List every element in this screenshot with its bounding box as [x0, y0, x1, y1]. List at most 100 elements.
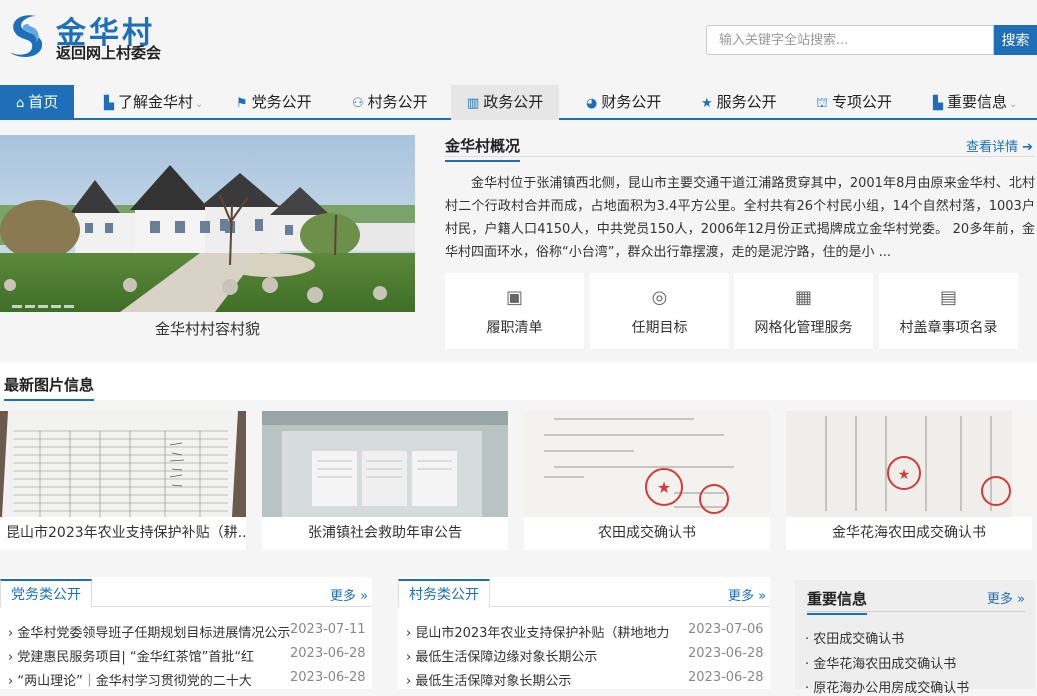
target-icon: ◎ [651, 287, 668, 308]
picture-caption: 农田成交确认书 [598, 525, 696, 541]
chevron-down-icon: ⌄ [1009, 99, 1018, 110]
hero-caption: 金华村村容村貌 [154, 320, 260, 338]
picture-card[interactable]: 昆山市2023年农业支持保护补贴（耕... [0, 411, 246, 550]
nav-item-home[interactable]: ⌂ 首页 [0, 85, 75, 120]
bookmark-icon: ▙ [933, 96, 943, 111]
nav-label: 政务公开 [483, 93, 544, 111]
sitemap-icon: ⛫ [816, 96, 828, 111]
picture-card[interactable]: ★ 金华花海农田成交确认书 [786, 411, 1032, 550]
star-icon: ★ [701, 96, 713, 111]
village-photo [0, 135, 415, 312]
more-label: 查看详情 [965, 140, 1018, 155]
item-date: 2023-07-11 [290, 622, 366, 637]
nav-label: 专项公开 [831, 93, 892, 111]
item-date: 2023-07-06 [688, 622, 764, 637]
list-item[interactable]: › 金华村党委领导班子任期规划目标进展情况公示 2023-07-11 [8, 622, 366, 644]
piechart-icon: ◕ [586, 96, 598, 111]
nav-label: 首页 [28, 93, 59, 111]
tab-village-affairs[interactable]: 村务类公开 [398, 579, 490, 607]
service-tile-duty-list[interactable]: ▣ 履职清单 [445, 273, 584, 349]
logo-icon[interactable] [6, 10, 46, 60]
overview-title: 金华村概况 [445, 135, 521, 162]
village-affairs-panel: 村务类公开 更多 » › 昆山市2023年农业支持保护补贴（耕地地力 2023-0… [398, 577, 770, 689]
nav-item-party[interactable]: ⚑ 党务公开 [236, 85, 312, 120]
important-more-link[interactable]: 更多 » [987, 588, 1025, 607]
village-more-link[interactable]: 更多 » [728, 585, 766, 604]
more-label: 更多 [728, 589, 755, 604]
nav-item-service[interactable]: ★ 服务公开 [701, 85, 777, 120]
back-to-village-link[interactable]: 返回网上村委会 [56, 42, 161, 63]
party-more-link[interactable]: 更多 » [330, 585, 368, 604]
item-title: › “两山理论”｜金华村学习贯彻党的二十大 [8, 674, 252, 689]
search-button[interactable]: 搜索 [994, 25, 1037, 55]
home-icon: ⌂ [16, 96, 25, 111]
list-item[interactable]: · 农田成交确认书 [805, 628, 904, 647]
party-affairs-panel: 党务类公开 更多 » › 金华村党委领导班子任期规划目标进展情况公示 2023-0… [0, 577, 372, 689]
nav-item-special[interactable]: ⛫ 专项公开 [816, 85, 892, 120]
carousel-dots[interactable] [12, 293, 77, 312]
tab-party-affairs[interactable]: 党务类公开 [0, 579, 92, 607]
service-label: 任期目标 [631, 320, 688, 336]
nav-item-finance[interactable]: ◕ 财务公开 [586, 85, 661, 120]
main-nav: ⌂ 首页 ▙ 了解金华村 ⌄ ⚑ 党务公开 ⚇ 村务公开 ▥ 政务公开 ◕ 财务公开 ★ 服务公… [0, 85, 1037, 120]
document-list-icon: ▤ [939, 287, 957, 308]
list-item[interactable]: · 原花海办公用房成交确认书 [805, 677, 969, 696]
svg-text:★: ★ [657, 478, 671, 497]
noticeboard-thumbnail [262, 411, 508, 517]
item-date: 2023-06-28 [290, 670, 366, 685]
double-chevron-icon: » [356, 589, 369, 604]
item-date: 2023-06-28 [688, 646, 764, 661]
chevron-down-icon: ⌄ [195, 99, 204, 110]
overview-header: 金华村概况 查看详情 ➔ [445, 135, 1035, 162]
item-title: › 最低生活保障对象长期公示 [406, 674, 572, 689]
service-tile-grid-management[interactable]: ▦ 网格化管理服务 [734, 273, 873, 349]
double-chevron-icon: » [754, 589, 767, 604]
important-info-panel: 重要信息 更多 » · 农田成交确认书 · 金华花海农田成交确认书 · 原花海办… [795, 580, 1035, 696]
svg-text:★: ★ [898, 467, 911, 483]
item-date: 2023-06-28 [688, 670, 764, 685]
nav-label: 服务公开 [716, 93, 777, 111]
nav-item-government[interactable]: ▥ 政务公开 [451, 85, 560, 120]
more-label: 更多 [330, 589, 357, 604]
nav-label: 党务公开 [251, 93, 312, 111]
search-input[interactable] [706, 25, 994, 55]
nav-item-important[interactable]: ▙ 重要信息 ⌄ [933, 85, 1017, 120]
item-title: › 最低生活保障边缘对象长期公示 [406, 650, 598, 665]
overview-more-link[interactable]: 查看详情 ➔ [966, 136, 1033, 155]
picture-card[interactable]: ★ 农田成交确认书 [524, 411, 770, 550]
pictures-title: 最新图片信息 [4, 374, 95, 401]
service-tile-stamp-catalog[interactable]: ▤ 村盖章事项名录 [879, 273, 1018, 349]
more-label: 更多 [986, 592, 1013, 607]
list-item[interactable]: › 党建惠民服务项目| “金华红茶馆”首批“红 2023-06-28 [8, 646, 366, 668]
service-tile-term-goals[interactable]: ◎ 任期目标 [590, 273, 729, 349]
arrow-right-icon: ➔ [1022, 140, 1033, 155]
list-item[interactable]: · 金华花海农田成交确认书 [805, 653, 956, 672]
nav-item-about[interactable]: ▙ 了解金华村 ⌄ [104, 85, 203, 120]
item-title: › 金华村党委领导班子任期规划目标进展情况公示 [8, 626, 290, 641]
hero-carousel[interactable] [0, 135, 415, 312]
flag-icon: ⚑ [236, 96, 248, 111]
service-label: 网格化管理服务 [754, 320, 853, 336]
nav-label: 了解金华村 [118, 93, 194, 111]
nav-item-village[interactable]: ⚇ 村务公开 [352, 85, 428, 120]
item-title: › 党建惠民服务项目| “金华红茶馆”首批“红 [8, 650, 255, 665]
id-card-icon: ▣ [505, 287, 523, 308]
picture-caption: 张浦镇社会救助年审公告 [308, 525, 462, 541]
nav-label: 村务公开 [367, 93, 428, 111]
list-item[interactable]: › 最低生活保障边缘对象长期公示 2023-06-28 [406, 646, 764, 668]
bank-icon: ▥ [467, 96, 480, 111]
people-icon: ⚇ [352, 96, 364, 111]
item-title: › 昆山市2023年农业支持保护补贴（耕地地力 [406, 626, 670, 641]
header: 金华村 返回网上村委会 搜索 [0, 0, 1037, 80]
contract-thumbnail: ★ [786, 411, 1032, 517]
overview-text: 金华村位于张浦镇西北侧，昆山市主要交通干道江浦路贯穿其中，2001年8月由原来金… [445, 176, 1035, 260]
service-label: 履职清单 [486, 320, 543, 336]
contract-thumbnail: ★ [524, 411, 770, 517]
service-label: 村盖章事项名录 [899, 320, 998, 336]
list-item[interactable]: › 昆山市2023年农业支持保护补贴（耕地地力 2023-07-06 [406, 622, 764, 644]
nav-label: 财务公开 [601, 93, 662, 111]
building-icon: ▙ [104, 96, 114, 111]
item-date: 2023-06-28 [290, 646, 366, 661]
picture-card[interactable]: 张浦镇社会救助年审公告 [262, 411, 508, 550]
picture-caption: 昆山市2023年农业支持保护补贴（耕... [6, 525, 246, 541]
